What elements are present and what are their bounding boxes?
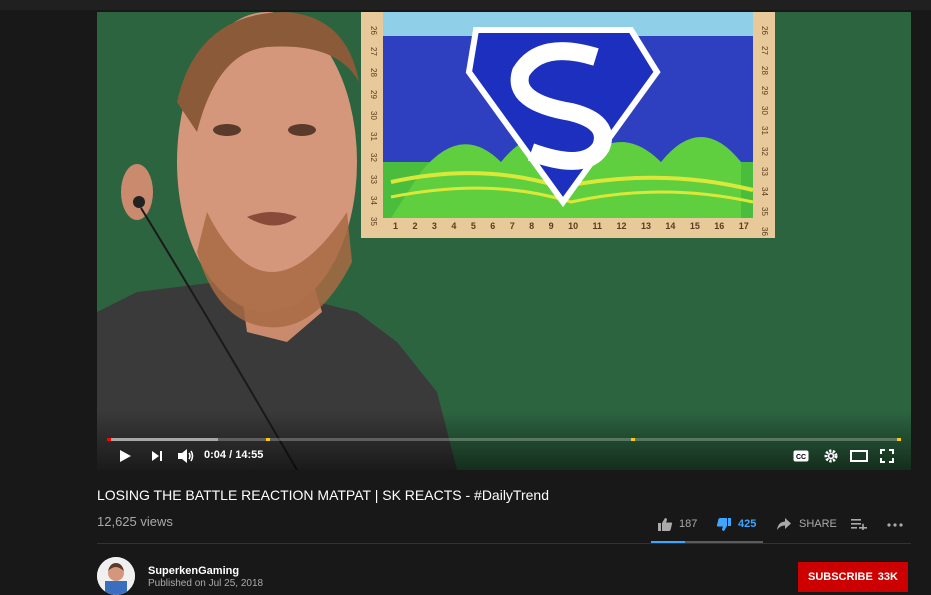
ruler-number: 10 [568, 221, 579, 231]
ruler-number: 34 [759, 186, 769, 196]
time-total: 14:55 [235, 449, 264, 461]
next-icon [152, 451, 162, 461]
fullscreen-button[interactable] [877, 446, 897, 466]
subscriber-count: 33K [877, 571, 898, 583]
ruler-number: 36 [759, 226, 769, 236]
ruler-number: 26 [759, 26, 769, 35]
avatar[interactable] [97, 557, 135, 595]
ruler-number: 11 [592, 221, 603, 231]
ruler-number: 32 [368, 153, 378, 163]
ruler-number: 28 [368, 68, 378, 78]
divider [97, 543, 911, 544]
like-count: 187 [679, 518, 698, 530]
dislike-count: 425 [738, 518, 757, 530]
subscribe-button[interactable]: SUBSCRIBE 33K [798, 562, 908, 592]
dislike-button[interactable]: 425 [716, 514, 756, 534]
ruler-number: 31 [368, 132, 378, 142]
time-display: 0:04 / 14:55 [204, 448, 263, 462]
ruler-number: 33 [368, 174, 378, 184]
ruler-number: 34 [368, 195, 378, 205]
channel-avatar-image [97, 557, 135, 595]
ruler-number: 14 [665, 221, 676, 231]
next-button[interactable] [147, 446, 167, 466]
ruler-number: 6 [490, 221, 496, 231]
share-label: SHARE [799, 518, 837, 530]
more-horizontal-icon [887, 523, 903, 527]
ruler-number: 3 [431, 221, 437, 231]
ruler-number: 15 [689, 221, 700, 231]
top-bar [0, 0, 931, 10]
ruler-number: 33 [759, 166, 769, 176]
like-button[interactable]: 187 [657, 514, 697, 534]
progress-bar[interactable] [107, 438, 901, 441]
ruler-number: 27 [368, 47, 378, 57]
play-button[interactable] [115, 446, 135, 466]
volume-icon [178, 449, 194, 463]
closed-captions-icon: CC [793, 450, 809, 462]
thumbs-down-icon [716, 517, 731, 531]
ruler-number: 16 [714, 221, 725, 231]
ruler-number: 29 [368, 89, 378, 99]
theater-mode-button[interactable] [849, 446, 869, 466]
channel-name[interactable]: SuperkenGaming [148, 565, 239, 577]
view-count: 12,625 views [97, 514, 173, 529]
ruler-number: 17 [738, 221, 749, 231]
video-player[interactable]: 26 27 28 29 30 31 32 33 34 35 26 27 28 2… [97, 12, 911, 470]
theater-mode-icon [850, 450, 868, 462]
svg-text:CC: CC [796, 454, 806, 461]
ruler-number: 31 [759, 126, 769, 136]
ruler-number: 30 [759, 106, 769, 116]
ruler-number: 12 [616, 221, 627, 231]
add-to-playlist-icon [851, 519, 867, 530]
subscribe-label: SUBSCRIBE [808, 571, 873, 583]
ad-marker [631, 438, 636, 441]
play-icon [120, 450, 131, 462]
fullscreen-icon [880, 449, 894, 463]
progress-played [107, 438, 111, 441]
ruler-number: 8 [529, 221, 535, 231]
ruler-number: 13 [640, 221, 651, 231]
ruler-number: 28 [759, 66, 769, 76]
ruler-number: 9 [548, 221, 554, 231]
settings-button[interactable] [821, 446, 841, 466]
ruler-number: 32 [759, 146, 769, 156]
video-title: LOSING THE BATTLE REACTION MATPAT | SK R… [97, 487, 549, 503]
thumbs-up-icon [658, 517, 673, 531]
ruler-left: 26 27 28 29 30 31 32 33 34 35 [366, 26, 380, 226]
closed-captions-button[interactable]: CC [791, 446, 811, 466]
superman-drawing [361, 12, 775, 238]
ruler-number: 27 [759, 46, 769, 56]
ruler-number: 2 [412, 221, 418, 231]
ruler-number: 29 [759, 86, 769, 96]
volume-button[interactable] [175, 446, 197, 466]
time-current: 0:04 [204, 449, 227, 461]
settings-icon [824, 449, 838, 463]
ruler-bottom: 1 2 3 4 5 6 7 8 9 10 11 12 13 14 15 16 1… [393, 220, 749, 232]
add-to-playlist-button[interactable] [851, 514, 867, 534]
ruler-number: 5 [470, 221, 476, 231]
ruler-right: 26 27 28 29 30 31 32 33 34 35 36 [757, 26, 771, 236]
ruler-number: 35 [368, 217, 378, 226]
ruler-number: 26 [368, 26, 378, 35]
share-icon [777, 518, 791, 530]
ad-marker [897, 438, 901, 441]
ruler-number: 7 [509, 221, 515, 231]
share-button[interactable]: SHARE [776, 514, 837, 534]
ruler-number: 30 [368, 110, 378, 120]
ruler-number: 1 [393, 221, 399, 231]
ad-marker [265, 438, 270, 441]
ruler-number: 4 [451, 221, 457, 231]
more-actions-button[interactable] [887, 514, 903, 534]
progress-buffered [107, 438, 219, 441]
ruler-number: 35 [759, 206, 769, 216]
